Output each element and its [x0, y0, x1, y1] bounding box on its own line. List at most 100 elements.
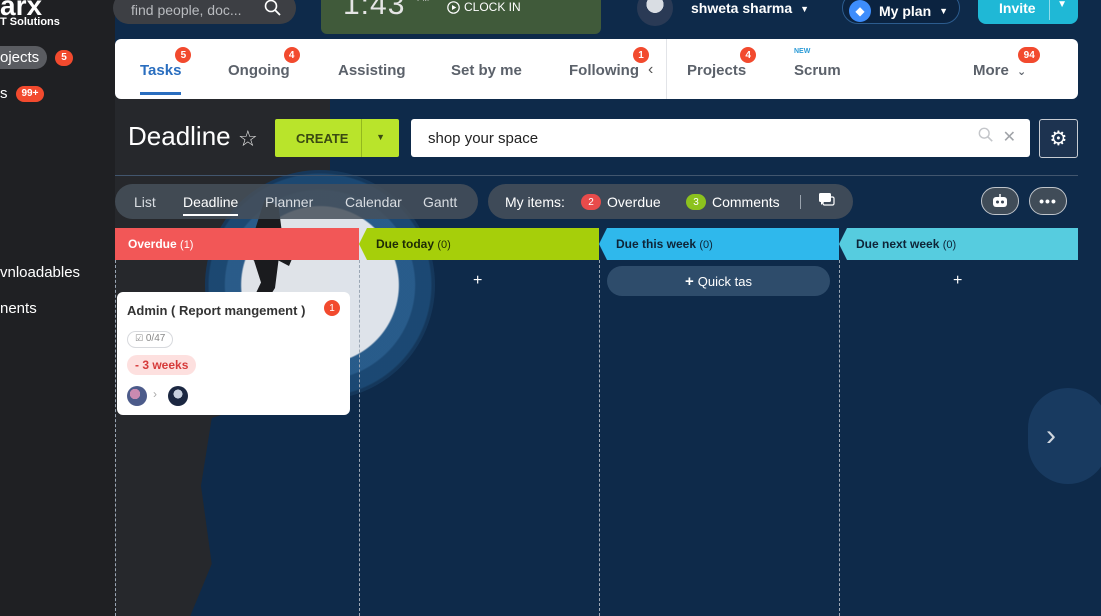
quick-task-button[interactable]: + Quick tas — [607, 266, 830, 296]
view-gantt[interactable]: Gantt — [423, 194, 457, 210]
settings-button[interactable]: ⚙ — [1039, 119, 1078, 158]
invite-label: Invite — [999, 0, 1036, 16]
view-list[interactable]: List — [134, 194, 156, 210]
sidebar-badge: 5 — [55, 49, 73, 66]
chevron-down-icon[interactable]: ▼ — [1057, 0, 1067, 10]
column-header-due-this-week: Due this week (0) — [599, 228, 839, 260]
comments-label: Comments — [712, 194, 780, 210]
invite-button[interactable]: Invite ▼ — [978, 0, 1078, 24]
tab-badge: 1 — [632, 47, 649, 63]
overdue-label: Overdue — [607, 194, 661, 210]
divider — [800, 195, 801, 209]
tab-label: Ongoing — [228, 62, 290, 79]
my-plan-label: My plan — [879, 3, 932, 19]
checkbox-icon: ☑ — [135, 333, 144, 343]
search-icon[interactable] — [978, 127, 994, 143]
sidebar-item-downloadables[interactable]: vnloadables — [0, 264, 80, 281]
my-items-label: My items: — [505, 194, 565, 210]
tab-label: Following — [569, 62, 639, 79]
new-tag: NEW — [794, 48, 811, 55]
ellipsis-icon: ••• — [1039, 193, 1057, 209]
chat-icon[interactable] — [818, 192, 835, 208]
sidebar-item-documents[interactable]: nents — [0, 300, 37, 317]
column-divider — [599, 260, 600, 616]
clock-in-label: CLOCK IN — [464, 0, 521, 14]
scroll-right-button[interactable]: › — [1028, 388, 1101, 484]
sidebar-item-tasks[interactable]: s 99+ — [0, 85, 45, 102]
view-switcher: List Deadline Planner Calendar Gantt — [115, 184, 478, 219]
tab-label: Projects — [687, 62, 747, 79]
column-count: (0) — [437, 239, 451, 251]
column-header-overdue: Overdue (1) — [115, 228, 359, 260]
star-icon[interactable]: ☆ — [238, 126, 258, 152]
task-card[interactable]: Admin ( Report mangement ) 1 ☑ 0/47 - 3 … — [117, 292, 350, 415]
add-task-icon[interactable]: + — [473, 272, 482, 290]
tab-badge: 94 — [1018, 47, 1041, 63]
my-plan-button[interactable]: ◆ My plan ▼ — [842, 0, 960, 24]
column-divider — [359, 260, 360, 616]
tabs-bar: Tasks 5 Ongoing 4 Assisting Set by me Fo… — [115, 39, 1078, 99]
tab-ongoing[interactable]: Ongoing 4 — [228, 47, 300, 79]
user-menu[interactable]: shweta sharma ▼ — [691, 0, 809, 16]
overdue-filter[interactable]: 2 Overdue — [581, 194, 661, 210]
sidebar-item-label: vnloadables — [0, 264, 81, 281]
search-icon[interactable] — [264, 0, 282, 17]
plus-icon: + — [685, 272, 694, 290]
play-icon — [447, 0, 460, 14]
tab-set-by-me[interactable]: Set by me — [451, 62, 522, 79]
my-items-filter: My items: 2 Overdue 3 Comments — [488, 184, 853, 219]
chevron-down-icon[interactable]: ▼ — [376, 132, 385, 142]
column-count: (1) — [180, 239, 194, 251]
assigner-avatar[interactable] — [127, 386, 147, 406]
close-icon[interactable]: ✕ — [1003, 127, 1016, 147]
add-task-icon[interactable]: + — [953, 272, 962, 290]
column-count: (0) — [942, 239, 957, 251]
tab-label: More — [973, 62, 1009, 79]
tab-projects[interactable]: Projects 4 — [687, 47, 757, 79]
tab-badge: 4 — [740, 47, 757, 63]
divider — [1049, 0, 1050, 20]
column-divider — [115, 260, 116, 616]
tab-assisting[interactable]: Assisting — [338, 62, 406, 79]
user-avatar[interactable] — [637, 0, 673, 26]
column-title: Due today — [376, 237, 435, 251]
view-calendar[interactable]: Calendar — [345, 194, 402, 210]
tab-label: Assisting — [338, 62, 406, 79]
clock-widget: 1:43 PM CLOCK IN — [321, 0, 601, 34]
view-planner[interactable]: Planner — [265, 194, 313, 210]
tab-badge: 5 — [175, 47, 192, 63]
column-title: Due next week — [856, 237, 940, 251]
due-badge: - 3 weeks — [127, 355, 197, 375]
column-title: Overdue — [128, 237, 177, 251]
assignee-avatar[interactable] — [168, 386, 188, 406]
robot-button[interactable] — [981, 187, 1019, 215]
divider — [115, 175, 1078, 176]
more-options-button[interactable]: ••• — [1029, 187, 1067, 215]
tab-divider — [666, 39, 667, 99]
tab-more[interactable]: More ⌄ 94 — [973, 47, 1041, 79]
task-title[interactable]: Admin ( Report mangement ) — [127, 303, 305, 318]
checklist-count: 0/47 — [145, 333, 166, 344]
checklist-progress: ☑ 0/47 — [127, 331, 174, 348]
sidebar-item-projects[interactable]: ojects 5 — [0, 46, 73, 69]
view-deadline[interactable]: Deadline — [183, 194, 239, 216]
brand-subtitle: T Solutions — [0, 16, 60, 28]
comments-count: 3 — [686, 194, 706, 210]
search-value: shop your space — [428, 130, 539, 147]
create-label: CREATE — [296, 131, 349, 146]
user-name: shweta sharma — [691, 0, 793, 16]
tab-scrum[interactable]: NEW Scrum — [794, 48, 841, 79]
global-search-input[interactable]: find people, doc... — [113, 0, 296, 24]
sidebar-item-label: ojects — [0, 46, 48, 69]
clock-in-button[interactable]: CLOCK IN — [447, 0, 521, 14]
column-divider — [839, 260, 840, 616]
tab-tasks[interactable]: Tasks 5 — [140, 47, 192, 95]
comments-filter[interactable]: 3 Comments — [686, 194, 780, 210]
create-button[interactable]: CREATE ▼ — [275, 119, 399, 157]
filter-search-input[interactable]: shop your space ✕ — [411, 119, 1030, 157]
tab-following[interactable]: Following 1 — [569, 47, 649, 79]
chevron-right-icon: › — [1046, 419, 1056, 452]
column-title: Due this week — [616, 237, 697, 251]
chevron-left-icon[interactable]: ‹ — [648, 61, 653, 79]
clock-ampm: PM — [417, 0, 429, 3]
